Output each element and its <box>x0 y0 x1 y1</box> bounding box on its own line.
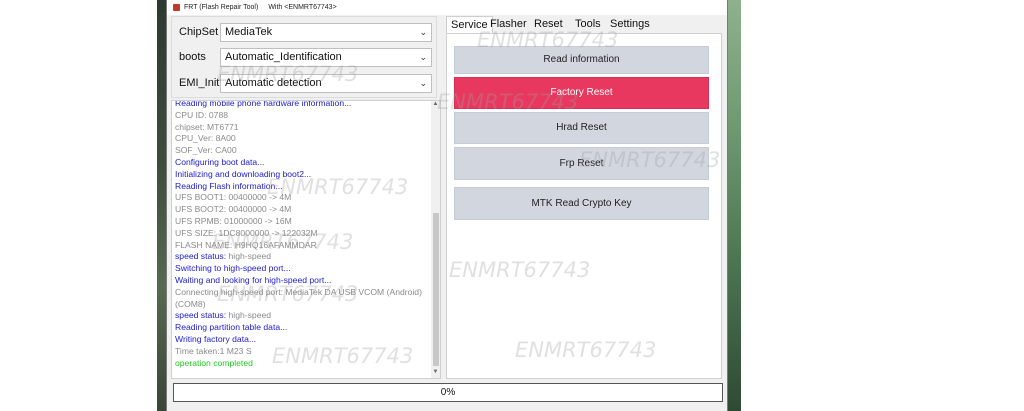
log-line: CPU_Ver: 8A00 <box>175 133 236 144</box>
tab-bar: Service Flasher Reset Tools Settings <box>446 16 726 33</box>
log-scrollbar[interactable]: ▲ ▼ <box>431 101 440 378</box>
boots-select[interactable]: Automatic_Identification ⌄ <box>220 48 432 67</box>
log-line: operation completed <box>175 357 253 368</box>
log-line: Reading mobile phone hardware informatio… <box>175 100 352 108</box>
log-line: UFS RPMB: 01000000 -> 16M <box>175 215 292 226</box>
log-value: high-speed <box>228 251 272 262</box>
settings-panel: ChipSet MediaTek ⌄ boots Automatic_Ident… <box>171 16 437 98</box>
log-key: speed status: <box>175 251 229 262</box>
chipset-value: MediaTek <box>225 26 273 38</box>
log-line: speed status: high-speed <box>175 251 433 263</box>
log-line: UFS BOOT1: 00400000 -> 4M <box>175 192 292 203</box>
log-line: Reading partition table data... <box>175 322 288 333</box>
boots-label: boots <box>179 51 206 63</box>
log-line: UFS BOOT2: 00400000 -> 4M <box>175 204 292 215</box>
scroll-up-icon[interactable]: ▲ <box>431 101 440 110</box>
log-line: Configuring boot data... <box>175 156 265 167</box>
boots-row: boots Automatic_Identification ⌄ <box>172 45 438 69</box>
log-line: UFS SIZE: 1DC8000000 -> 122032M <box>175 227 318 238</box>
boots-value: Automatic_Identification <box>225 51 342 63</box>
progress-label: 0% <box>440 387 456 398</box>
service-panel: Read information Factory Reset Hrad Rese… <box>446 33 722 379</box>
chevron-down-icon: ⌄ <box>419 27 427 37</box>
emi-init-select[interactable]: Automatic detection ⌄ <box>220 74 432 93</box>
log-line: Switching to high-speed port... <box>175 263 291 274</box>
chipset-select[interactable]: MediaTek ⌄ <box>220 23 432 42</box>
background-strip-right <box>727 0 741 411</box>
log-line: Connecting high-speed port: MediaTek DA … <box>175 286 422 309</box>
log-line: Initializing and downloading boot2... <box>175 168 312 179</box>
app-icon <box>173 4 180 11</box>
log-key: speed status: <box>175 310 229 321</box>
chipset-row: ChipSet MediaTek ⌄ <box>172 20 438 44</box>
emi-init-label: EMI_Init <box>179 77 220 89</box>
scroll-thumb[interactable] <box>433 213 439 366</box>
frp-reset-button[interactable]: Frp Reset <box>454 147 709 180</box>
read-information-button[interactable]: Read information <box>454 46 709 74</box>
background-strip-left <box>157 0 166 411</box>
emi-row: EMI_Init Automatic detection ⌄ <box>172 71 438 95</box>
scroll-down-icon[interactable]: ▼ <box>431 369 440 378</box>
tab-reset[interactable]: Reset <box>530 16 567 33</box>
log-value: high-speed <box>228 310 272 321</box>
tab-tools[interactable]: Tools <box>571 16 605 33</box>
chevron-down-icon: ⌄ <box>419 78 427 88</box>
log-line: Waiting and looking for high-speed port.… <box>175 274 332 285</box>
window-title-with: With <ENMRT67743> <box>268 4 337 11</box>
tab-flasher[interactable]: Flasher <box>486 16 531 33</box>
log-line: CPU ID: 0788 <box>175 109 229 120</box>
title-bar: FRT (Flash Repair Tool) With <ENMRT67743… <box>167 0 727 15</box>
log-line: speed status: high-speed <box>175 310 433 322</box>
log-line: Writing factory data... <box>175 333 257 344</box>
tab-settings[interactable]: Settings <box>606 16 654 33</box>
hrad-reset-button[interactable]: Hrad Reset <box>454 112 709 144</box>
chevron-down-icon: ⌄ <box>419 52 427 62</box>
log-line: FLASH NAME: H9HQ16AFAMMDAR <box>175 239 317 250</box>
log-line: SOF_Ver: CA00 <box>175 145 237 156</box>
mtk-read-crypto-key-button[interactable]: MTK Read Crypto Key <box>454 187 709 220</box>
factory-reset-button[interactable]: Factory Reset <box>454 77 709 109</box>
log-output[interactable]: Reading mobile phone hardware informatio… <box>171 100 441 379</box>
log-line: Reading Flash information... <box>175 180 283 191</box>
progress-bar: 0% <box>173 383 723 402</box>
app-window: FRT (Flash Repair Tool) With <ENMRT67743… <box>166 0 728 411</box>
log-line: Time taken:1 M23 S <box>175 345 252 356</box>
log-lines: Reading mobile phone hardware informatio… <box>175 100 433 369</box>
window-title: FRT (Flash Repair Tool) <box>184 4 259 11</box>
chipset-label: ChipSet <box>179 26 219 38</box>
log-line: chipset: MT6771 <box>175 121 239 132</box>
emi-init-value: Automatic detection <box>225 77 322 89</box>
